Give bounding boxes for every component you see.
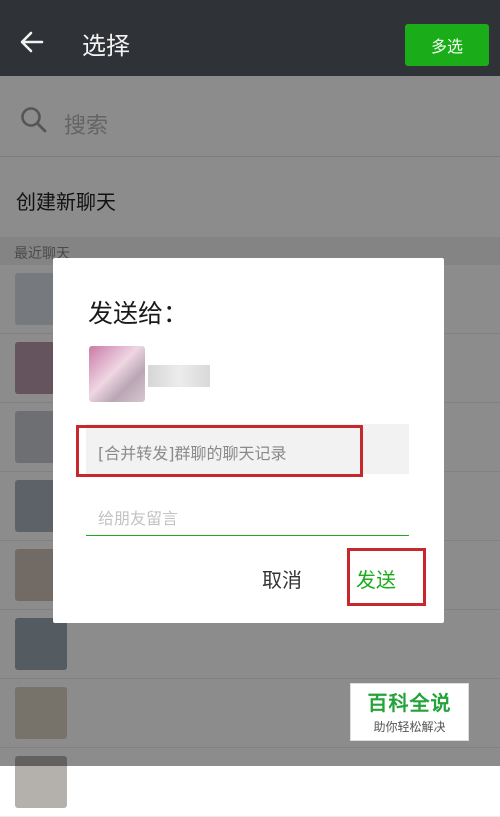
multi-select-button[interactable]: 多选: [405, 24, 489, 66]
watermark-logo: 百科全说 助你轻松解决: [350, 683, 469, 741]
watermark-main-text: 百科全说: [367, 691, 452, 715]
recipient-name: [148, 365, 210, 387]
back-arrow-icon[interactable]: [18, 28, 46, 56]
dialog-title: 发送给：: [88, 299, 189, 328]
recipient-avatar: [89, 346, 145, 402]
page-title: 选择: [82, 32, 130, 60]
cancel-button[interactable]: 取消: [262, 564, 302, 593]
highlight-box-preview: [76, 425, 363, 477]
watermark-sub-text: 助你轻松解决: [373, 720, 446, 734]
highlight-box-send: [347, 548, 426, 606]
message-placeholder: 给朋友留言: [98, 509, 179, 528]
